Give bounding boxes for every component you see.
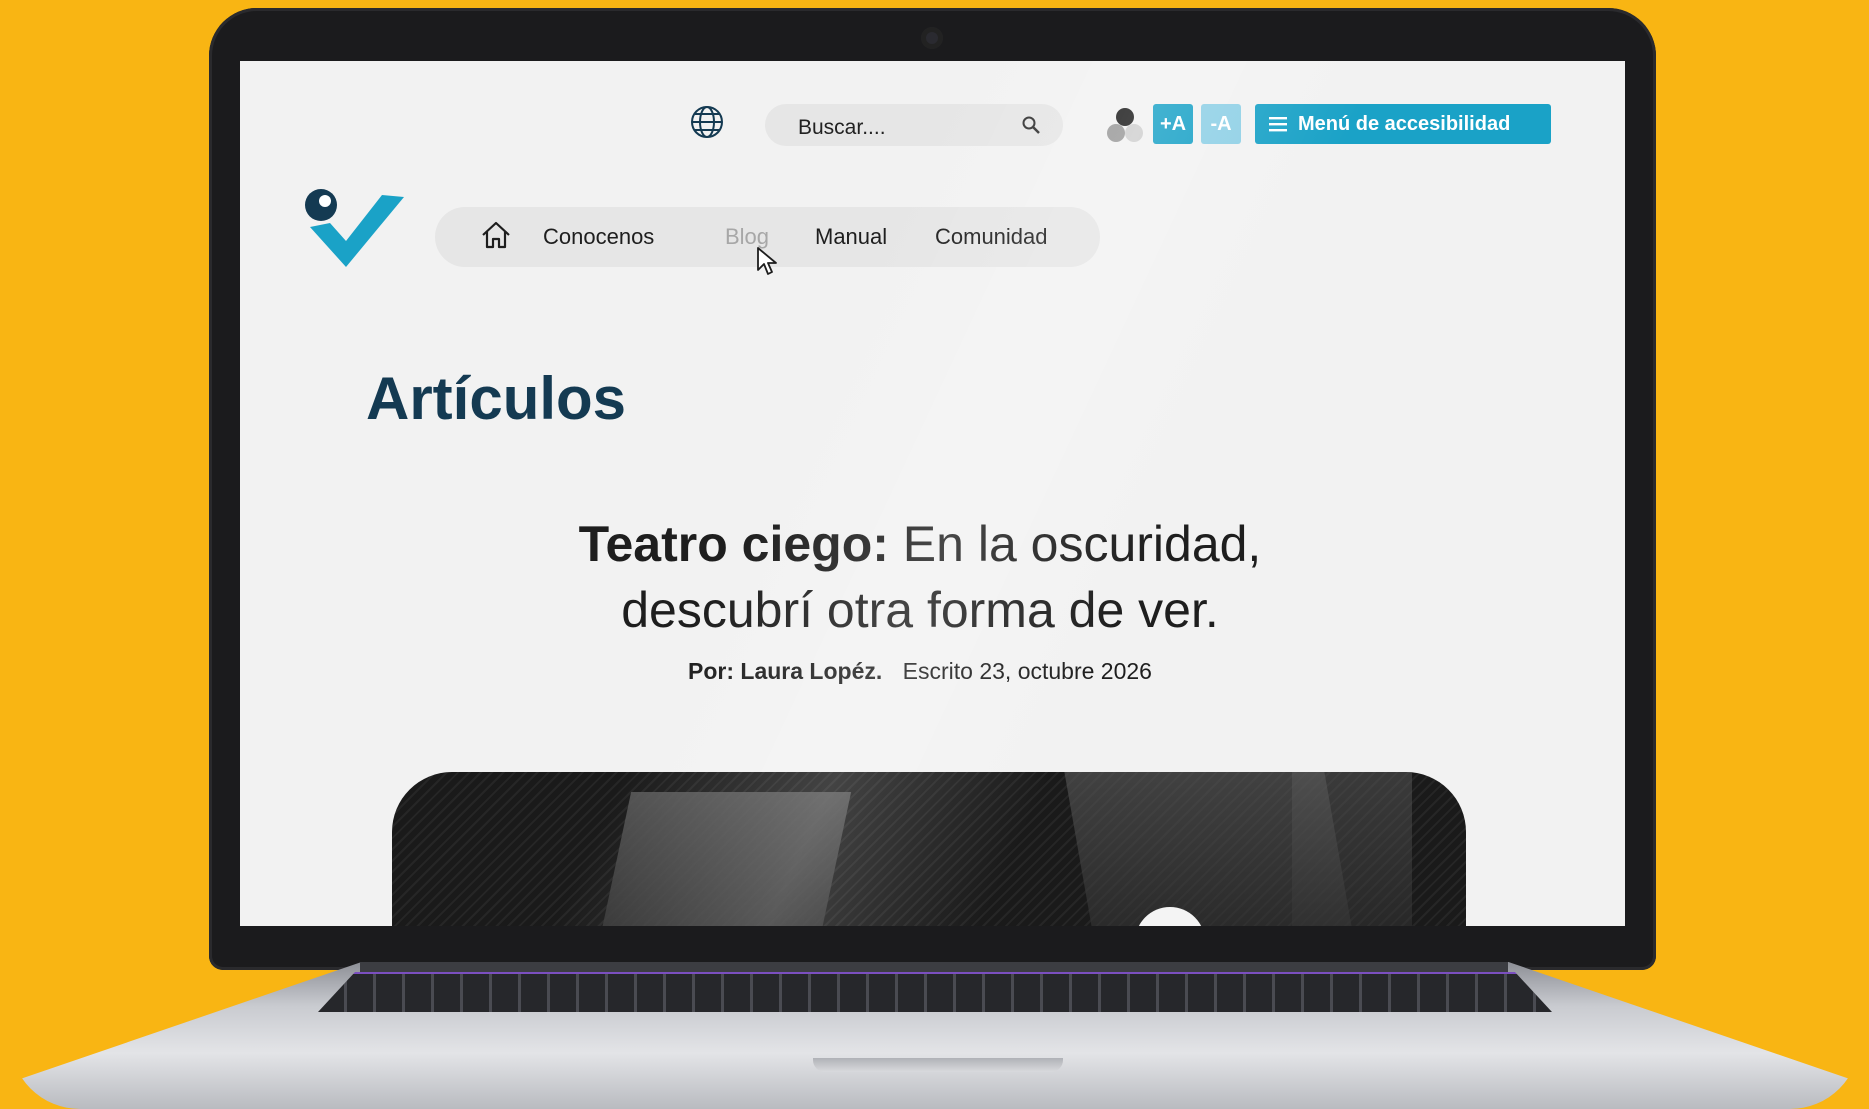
search-input[interactable]: Buscar....	[765, 104, 1063, 146]
article-byline: Por: Laura Lopéz. Escrito 23, octubre 20…	[495, 658, 1345, 685]
globe-icon[interactable]	[689, 104, 725, 140]
article-hero-image[interactable]	[392, 772, 1466, 926]
nav-item-conocenos[interactable]: Conocenos	[543, 224, 654, 250]
accessibility-menu-button[interactable]: Menú de accesibilidad	[1255, 104, 1551, 144]
mouse-cursor-icon	[757, 247, 777, 275]
font-increase-button[interactable]: +A	[1153, 104, 1193, 144]
accessibility-menu-label: Menú de accesibilidad	[1298, 113, 1511, 135]
laptop-notch	[813, 1058, 1063, 1072]
article-title-bold: Teatro ciego:	[578, 516, 889, 572]
search-icon[interactable]	[1021, 115, 1041, 135]
article-title[interactable]: Teatro ciego: En la oscuridad, descubrí …	[495, 511, 1345, 643]
site-logo[interactable]	[304, 189, 408, 269]
home-icon[interactable]	[480, 220, 512, 250]
article-date: Escrito 23, octubre 2026	[902, 658, 1152, 684]
font-decrease-button[interactable]: -A	[1201, 104, 1241, 144]
search-placeholder: Buscar....	[798, 116, 886, 139]
webcam-icon	[921, 27, 943, 49]
nav-item-comunidad[interactable]: Comunidad	[935, 224, 1048, 250]
utility-bar: Buscar.... +A -A Menú de accesibilidad	[240, 61, 1625, 171]
laptop-keyboard	[318, 972, 1552, 1012]
contrast-dots-icon[interactable]	[1106, 106, 1144, 144]
article-author: Por: Laura Lopéz.	[688, 658, 883, 684]
hamburger-icon	[1269, 117, 1287, 132]
nav-item-manual[interactable]: Manual	[815, 224, 887, 250]
laptop-screen: Buscar.... +A -A Menú de accesibilidad C…	[240, 61, 1625, 926]
page-title: Artículos	[366, 365, 627, 432]
